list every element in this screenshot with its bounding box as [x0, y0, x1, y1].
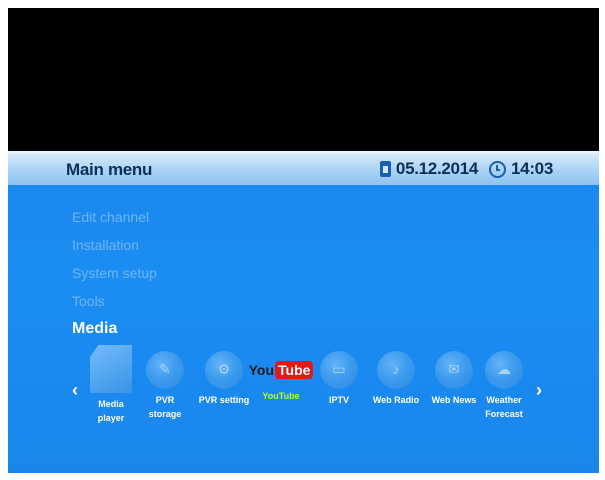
media-item-youtube[interactable]: You Tube YouTube — [249, 351, 314, 403]
main-menu-screen: Main menu 05.12.2014 14:03 Edit channel … — [8, 151, 599, 473]
page-title: Main menu — [66, 160, 153, 179]
media-item-label: YouTube — [262, 391, 300, 401]
menu-item-edit-channel[interactable]: Edit channel — [72, 203, 157, 231]
menu-item-media[interactable]: Media — [72, 315, 157, 343]
media-item-pvr-storage[interactable]: ✎ PVR storage — [135, 351, 195, 421]
media-item-iptv[interactable]: ▭ IPTV — [309, 351, 369, 407]
web-news-icon: ✉ — [435, 351, 473, 389]
iptv-icon: ▭ — [320, 351, 358, 389]
media-item-label: PVR — [155, 395, 175, 405]
calendar-icon — [379, 161, 391, 177]
time-text: 14:03 — [511, 159, 553, 178]
menu-item-installation[interactable]: Installation — [72, 231, 157, 259]
media-item-label: IPTV — [328, 395, 349, 405]
pvr-storage-icon: ✎ — [146, 351, 184, 389]
media-item-pvr-setting[interactable]: ⚙ PVR setting — [194, 351, 254, 407]
media-item-label: player — [97, 413, 125, 423]
scroll-left-arrow-icon[interactable]: ‹ — [72, 380, 78, 401]
tv-frame: Main menu 05.12.2014 14:03 Edit channel … — [8, 8, 599, 473]
header-bar: Main menu 05.12.2014 14:03 — [8, 151, 599, 185]
media-item-label: Web Radio — [372, 395, 420, 405]
weather-forecast-icon: ☁ — [485, 351, 523, 389]
media-item-weather-forecast[interactable]: ☁ Weather Forecast — [474, 351, 534, 421]
media-player-icon — [90, 345, 132, 393]
media-item-label: PVR setting — [198, 395, 250, 405]
media-item-label: Weather — [486, 395, 522, 405]
youtube-icon: You Tube — [249, 357, 314, 383]
date-text: 05.12.2014 — [395, 159, 479, 178]
media-item-label: storage — [148, 409, 182, 419]
media-item-web-radio[interactable]: ♪ Web Radio — [366, 351, 426, 407]
date-time: 05.12.2014 14:03 — [379, 159, 553, 179]
menu-item-system-setup[interactable]: System setup — [72, 259, 157, 287]
main-menu-list: Edit channel Installation System setup T… — [72, 203, 157, 343]
web-radio-icon: ♪ — [377, 351, 415, 389]
media-icon-carousel: Media player ✎ PVR storage ⚙ PVR setting — [81, 345, 551, 451]
clock-icon — [489, 160, 507, 178]
media-item-label: Media — [98, 399, 124, 409]
menu-item-tools[interactable]: Tools — [72, 287, 157, 315]
media-item-media-player[interactable]: Media player — [81, 345, 141, 425]
pvr-setting-icon: ⚙ — [205, 351, 243, 389]
media-item-label: Forecast — [485, 409, 523, 419]
